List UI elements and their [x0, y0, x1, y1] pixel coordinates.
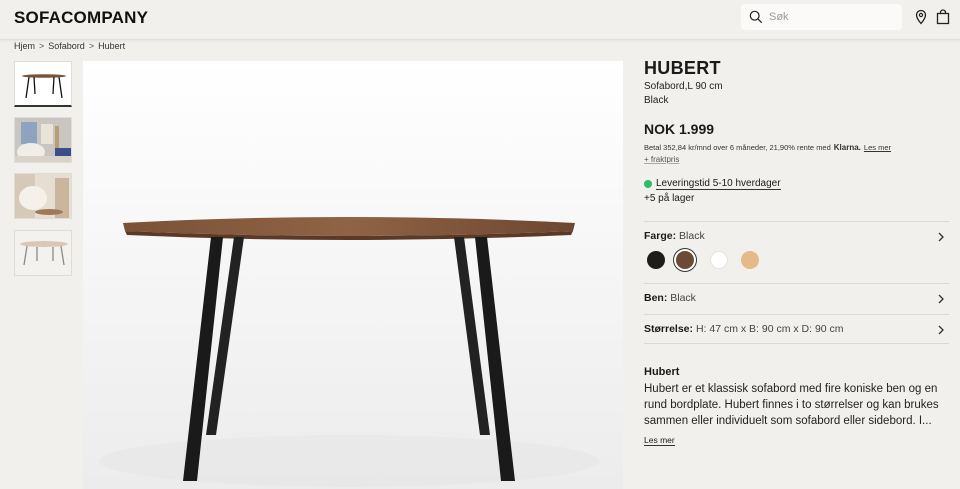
location-pin-icon[interactable]: [913, 9, 929, 25]
lifestyle-thumbnail-image: [15, 174, 71, 218]
legs-value: Black: [670, 292, 696, 304]
klarna-read-more-link[interactable]: Les mer: [864, 143, 891, 152]
thumbnail-3[interactable]: [14, 173, 72, 219]
stock-count: +5 på lager: [644, 193, 695, 204]
size-label: Størrelse:: [644, 323, 696, 335]
color-label: Farge:: [644, 230, 680, 242]
chevron-right-icon: [938, 294, 944, 304]
shopping-bag-icon[interactable]: [935, 9, 951, 25]
table-thumbnail-image: [15, 62, 71, 105]
klarna-text: Betal 352,84 kr/mnd over 6 måneder, 21,9…: [644, 143, 831, 152]
breadcrumb-separator: >: [39, 41, 45, 51]
product-price: NOK 1.999: [644, 121, 715, 137]
breadcrumb-current: Hubert: [98, 41, 126, 51]
swatch-white[interactable]: [710, 251, 728, 269]
product-subtitle: Sofabord,L 90 cm: [644, 81, 723, 92]
product-color: Black: [644, 95, 669, 106]
breadcrumb-separator: >: [88, 41, 95, 51]
description-title: Hubert: [644, 366, 680, 378]
thumbnail-1[interactable]: [14, 61, 72, 107]
breadcrumb-home[interactable]: Hjem: [14, 41, 35, 51]
delivery-status: Leveringstid 5-10 hverdager: [644, 178, 949, 190]
table-thumbnail-image: [15, 231, 71, 275]
breadcrumb: Hjem > Sofabord > Hubert: [14, 41, 125, 51]
freight-link[interactable]: + fraktpris: [644, 155, 949, 164]
legs-selector[interactable]: Ben: Black: [644, 283, 949, 314]
breadcrumb-sofabord[interactable]: Sofabord: [48, 41, 85, 51]
swatch-black[interactable]: [647, 251, 665, 269]
read-more-link[interactable]: Les mer: [644, 435, 675, 446]
chevron-right-icon: [938, 232, 944, 242]
site-header: SOFACOMPANY: [0, 0, 960, 40]
description-text: Hubert er et klassisk sofabord med fire …: [644, 383, 939, 427]
legs-label: Ben:: [644, 292, 671, 304]
main-product-image[interactable]: [83, 61, 623, 489]
table-image: [83, 61, 623, 489]
delivery-time-link[interactable]: Leveringstid 5-10 hverdager: [656, 178, 781, 190]
swatch-oak[interactable]: [741, 251, 759, 269]
klarna-logo: Klarna.: [833, 143, 861, 152]
search-input[interactable]: [769, 11, 889, 23]
product-title: HUBERT: [644, 58, 721, 78]
search-icon: [749, 10, 763, 24]
thumbnail-2[interactable]: [14, 117, 72, 163]
product-info: HUBERT Sofabord,L 90 cm Black NOK 1.999 …: [644, 58, 949, 204]
logo[interactable]: SOFACOMPANY: [14, 8, 148, 28]
size-value: H: 47 cm x B: 90 cm x D: 90 cm: [695, 323, 844, 335]
color-value: Black: [679, 230, 705, 242]
chevron-right-icon: [938, 325, 944, 335]
lifestyle-thumbnail-image: [15, 118, 71, 162]
swatch-walnut[interactable]: [676, 251, 694, 269]
in-stock-dot-icon: [644, 180, 652, 188]
klarna-financing: Betal 352,84 kr/mnd over 6 måneder, 21,9…: [644, 143, 949, 152]
search-box[interactable]: [741, 4, 902, 30]
thumbnail-4[interactable]: [14, 230, 72, 276]
size-selector[interactable]: Størrelse: H: 47 cm x B: 90 cm x D: 90 c…: [644, 314, 949, 344]
